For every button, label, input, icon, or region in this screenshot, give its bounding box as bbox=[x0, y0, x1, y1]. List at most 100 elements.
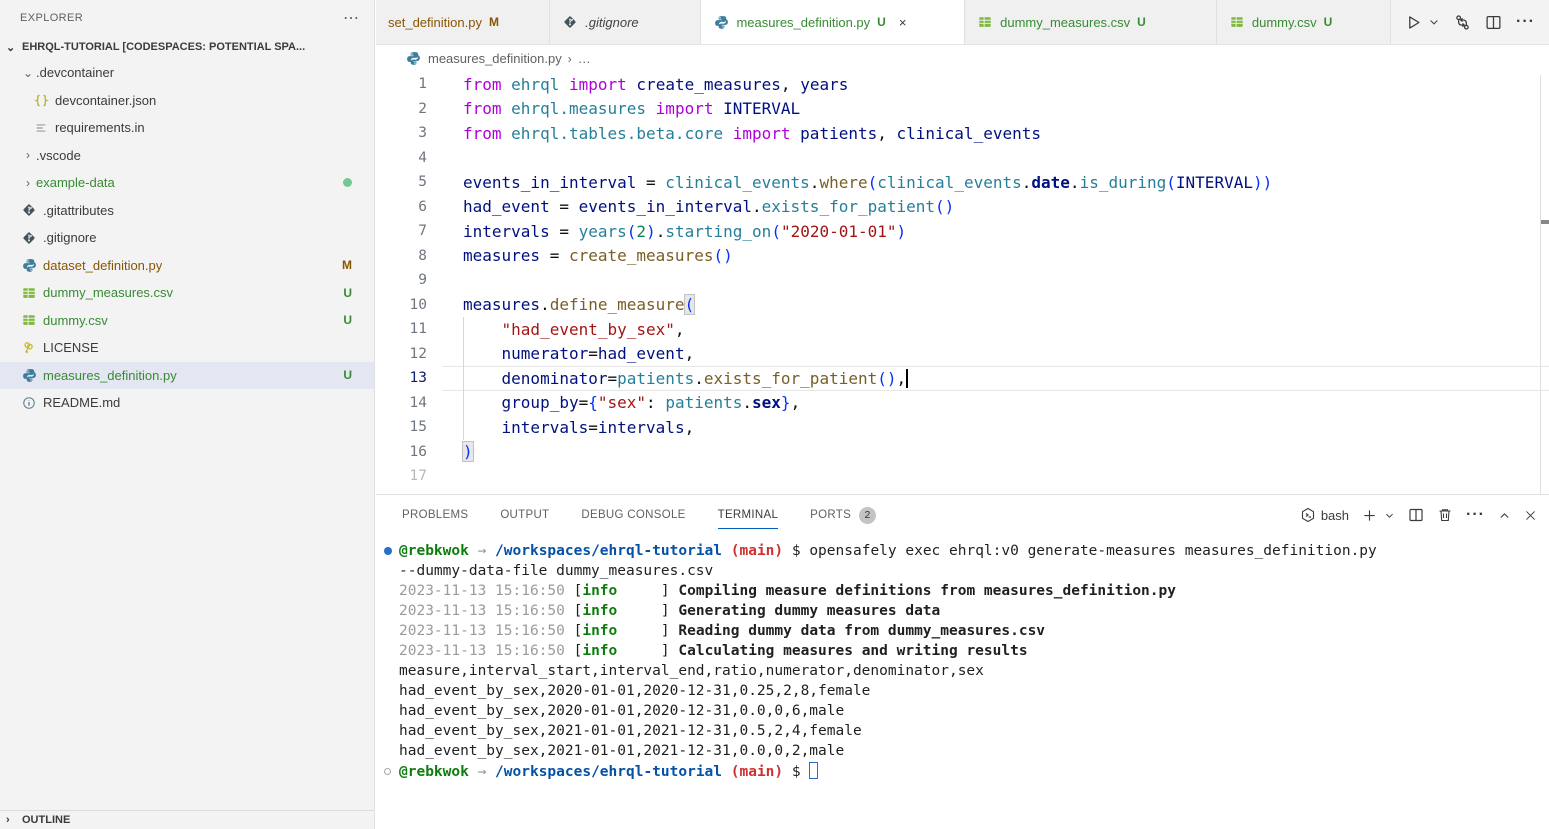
line-number: 4 bbox=[376, 150, 447, 166]
tab-git-badge: U bbox=[1137, 15, 1146, 29]
chevron-right-icon: › bbox=[6, 814, 22, 826]
code-line-7[interactable]: 7intervals = years(2).starting_on("2020-… bbox=[376, 219, 1549, 244]
panel-header: PROBLEMS OUTPUT DEBUG CONSOLE TERMINAL PORTS… bbox=[376, 495, 1549, 535]
outline-section-header[interactable]: › OUTLINE bbox=[0, 810, 374, 829]
editor-tabs: set_definition.pyM.gitignoremeasures_def… bbox=[376, 0, 1391, 44]
code-line-8[interactable]: 8measures = create_measures() bbox=[376, 244, 1549, 269]
line-number: 1 bbox=[376, 76, 447, 92]
tab--gitignore[interactable]: .gitignore bbox=[550, 0, 701, 44]
terminal-dropdown-chevron-icon[interactable] bbox=[1384, 510, 1395, 521]
code-line-14[interactable]: 14 group_by={"sex": patients.sex}, bbox=[376, 391, 1549, 416]
chevron-right-icon: › bbox=[568, 52, 572, 66]
code-line-16[interactable]: 16) bbox=[376, 440, 1549, 465]
chevron-right-icon: › bbox=[20, 176, 36, 190]
code-line-12[interactable]: 12 numerator=had_event, bbox=[376, 342, 1549, 367]
panel-tab-debug-console[interactable]: DEBUG CONSOLE bbox=[581, 495, 685, 535]
code-line-4[interactable]: 4 bbox=[376, 146, 1549, 171]
panel-tab-problems[interactable]: PROBLEMS bbox=[402, 495, 468, 535]
tab-label: dummy.csv bbox=[1252, 15, 1317, 30]
workspace-root-row[interactable]: ⌄ EHRQL-TUTORIAL [CODESPACES: POTENTIAL … bbox=[0, 35, 374, 59]
python-icon bbox=[406, 51, 422, 67]
panel-tab-label: PORTS bbox=[810, 509, 851, 521]
tree-item--vscode[interactable]: ›.vscode bbox=[0, 142, 374, 170]
tree-item-example-data[interactable]: ›example-data bbox=[0, 169, 374, 197]
command-decoration[interactable] bbox=[376, 547, 399, 555]
tree-item-readme-md[interactable]: README.md bbox=[0, 389, 374, 417]
terminal[interactable]: @rebkwok → /workspaces/ehrql-tutorial (m… bbox=[376, 535, 1549, 829]
line-number: 13 bbox=[376, 370, 447, 386]
code-line-15[interactable]: 15 intervals=intervals, bbox=[376, 415, 1549, 440]
vscode-window: EXPLORER ⋯ ⌄ EHRQL-TUTORIAL [CODESPACES:… bbox=[0, 0, 1549, 829]
panel-tab-ports[interactable]: PORTS2 bbox=[810, 495, 876, 535]
split-editor-icon[interactable] bbox=[1485, 14, 1502, 31]
panel-tab-terminal[interactable]: TERMINAL bbox=[718, 495, 779, 535]
tree-item-label: .gitignore bbox=[43, 230, 96, 245]
terminal-line: 2023-11-13 15:16:50 [info ] Reading dumm… bbox=[376, 621, 1549, 641]
line-number: 7 bbox=[376, 223, 447, 239]
tree-item-measures-definition-py[interactable]: measures_definition.pyU bbox=[0, 362, 374, 390]
code-line-3[interactable]: 3from ehrql.tables.beta.core import pati… bbox=[376, 121, 1549, 146]
tree-item-dummy-measures-csv[interactable]: dummy_measures.csvU bbox=[0, 279, 374, 307]
tab-dummy-measures-csv[interactable]: dummy_measures.csvU bbox=[965, 0, 1217, 44]
code-line-1[interactable]: 1from ehrql import create_measures, year… bbox=[376, 72, 1549, 97]
tree-item-label: dataset_definition.py bbox=[43, 258, 162, 273]
run-button[interactable] bbox=[1405, 14, 1422, 31]
code-text: from ehrql import create_measures, years bbox=[447, 75, 848, 94]
git-icon bbox=[20, 230, 38, 246]
explorer-header: EXPLORER ⋯ bbox=[0, 0, 374, 35]
tab-label: measures_definition.py bbox=[736, 15, 870, 30]
git-compare-icon[interactable] bbox=[1454, 14, 1471, 31]
run-dropdown-chevron-icon[interactable] bbox=[1428, 16, 1440, 28]
code-text: measures.define_measure( bbox=[447, 295, 694, 314]
panel-more-icon[interactable]: ··· bbox=[1466, 506, 1485, 524]
command-decoration[interactable] bbox=[376, 768, 399, 775]
terminal-line: measure,interval_start,interval_end,rati… bbox=[376, 661, 1549, 681]
shell-selector[interactable]: bash bbox=[1300, 507, 1349, 523]
close-tab-icon[interactable]: × bbox=[899, 15, 907, 30]
line-number: 12 bbox=[376, 346, 447, 362]
breadcrumb[interactable]: measures_definition.py › … bbox=[376, 45, 1549, 72]
tree-item-label: .gitattributes bbox=[43, 203, 114, 218]
code-line-2[interactable]: 2from ehrql.measures import INTERVAL bbox=[376, 97, 1549, 122]
python-icon bbox=[20, 367, 38, 383]
tab-dummy-csv[interactable]: dummy.csvU bbox=[1217, 0, 1391, 44]
panel-tab-output[interactable]: OUTPUT bbox=[500, 495, 549, 535]
more-actions-icon[interactable]: ··· bbox=[1516, 13, 1535, 31]
maximize-panel-chevron-up-icon[interactable] bbox=[1498, 509, 1511, 522]
code-line-11[interactable]: 11 "had_event_by_sex", bbox=[376, 317, 1549, 342]
code-line-6[interactable]: 6had_event = events_in_interval.exists_f… bbox=[376, 195, 1549, 220]
explorer-sidebar: EXPLORER ⋯ ⌄ EHRQL-TUTORIAL [CODESPACES:… bbox=[0, 0, 375, 829]
tree-item-requirements-in[interactable]: requirements.in bbox=[0, 114, 374, 142]
terminal-actions: bash ··· bbox=[1300, 506, 1537, 524]
line-number: 2 bbox=[376, 101, 447, 117]
tree-item-license[interactable]: LICENSE bbox=[0, 334, 374, 362]
tree-item--devcontainer[interactable]: ⌄.devcontainer bbox=[0, 59, 374, 87]
code-line-13[interactable]: 13 denominator=patients.exists_for_patie… bbox=[376, 366, 1549, 391]
new-terminal-plus-icon[interactable] bbox=[1362, 508, 1377, 523]
tree-item-dataset-definition-py[interactable]: dataset_definition.pyM bbox=[0, 252, 374, 280]
tree-item--gitattributes[interactable]: .gitattributes bbox=[0, 197, 374, 225]
tree-item-dummy-csv[interactable]: dummy.csvU bbox=[0, 307, 374, 335]
close-panel-icon[interactable] bbox=[1524, 509, 1537, 522]
terminal-line: @rebkwok → /workspaces/ehrql-tutorial (m… bbox=[376, 541, 1549, 561]
code-editor[interactable]: 1from ehrql import create_measures, year… bbox=[376, 72, 1549, 494]
code-text: had_event = events_in_interval.exists_fo… bbox=[447, 197, 954, 216]
code-line-5[interactable]: 5events_in_interval = clinical_events.wh… bbox=[376, 170, 1549, 195]
tree-item-label: requirements.in bbox=[55, 120, 145, 135]
code-text: ) bbox=[447, 442, 473, 461]
line-number: 5 bbox=[376, 174, 447, 190]
tab-measures-definition-py[interactable]: measures_definition.pyU× bbox=[701, 0, 965, 44]
kill-terminal-trash-icon[interactable] bbox=[1437, 507, 1453, 523]
code-line-17[interactable]: 17 bbox=[376, 464, 1549, 489]
split-terminal-icon[interactable] bbox=[1408, 507, 1424, 523]
terminal-line: had_event_by_sex,2020-01-01,2020-12-31,0… bbox=[376, 681, 1549, 701]
code-line-10[interactable]: 10measures.define_measure( bbox=[376, 293, 1549, 318]
code-line-9[interactable]: 9 bbox=[376, 268, 1549, 293]
tree-item--gitignore[interactable]: .gitignore bbox=[0, 224, 374, 252]
explorer-title: EXPLORER bbox=[20, 12, 83, 24]
tab-set-definition-py[interactable]: set_definition.pyM bbox=[376, 0, 550, 44]
tree-item-devcontainer-json[interactable]: devcontainer.json bbox=[0, 87, 374, 115]
terminal-line: had_event_by_sex,2021-01-01,2021-12-31,0… bbox=[376, 741, 1549, 761]
explorer-more-icon[interactable]: ⋯ bbox=[343, 8, 360, 28]
line-number: 8 bbox=[376, 248, 447, 264]
